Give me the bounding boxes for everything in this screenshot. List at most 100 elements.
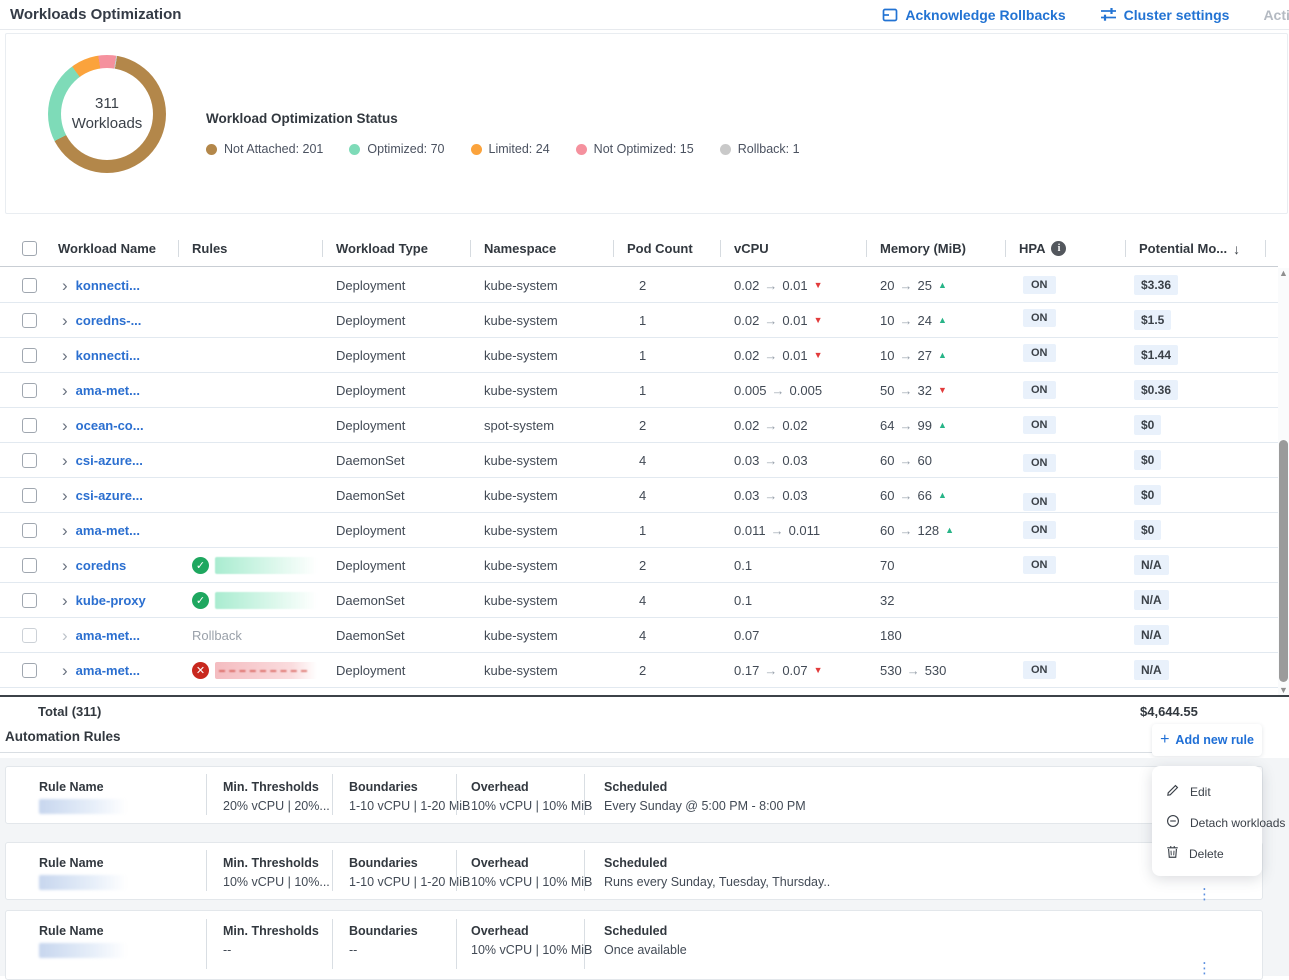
expand-row-icon[interactable]: ›: [44, 557, 68, 574]
trend-down-icon: ▼: [808, 350, 823, 360]
select-all-checkbox[interactable]: [22, 241, 37, 256]
expand-row-icon[interactable]: ›: [44, 312, 68, 329]
expand-row-icon[interactable]: ›: [44, 347, 68, 364]
expand-row-icon[interactable]: ›: [44, 382, 68, 399]
workload-name-link[interactable]: konnecti...: [68, 278, 140, 293]
legend-item-limited: Limited: 24: [471, 142, 550, 156]
divider: [0, 752, 1152, 753]
total-label: Total (311): [38, 704, 101, 719]
rule-menu-kebab-icon[interactable]: ⋮: [1197, 959, 1211, 977]
workload-name-link[interactable]: konnecti...: [68, 348, 140, 363]
potential-cell: $1.5: [1125, 310, 1278, 330]
add-new-rule-button[interactable]: + Add new rule: [1152, 724, 1262, 756]
arrow-right-icon: →: [759, 453, 782, 468]
row-checkbox[interactable]: [22, 663, 37, 678]
workload-name-link[interactable]: ama-met...: [68, 523, 140, 538]
menu-item-delete[interactable]: Delete: [1152, 838, 1262, 869]
cluster-settings-button[interactable]: Cluster settings: [1100, 7, 1230, 23]
expand-row-icon[interactable]: ›: [44, 277, 68, 294]
workload-name-link[interactable]: coredns-...: [68, 313, 142, 328]
workload-name-link[interactable]: ama-met...: [68, 663, 140, 678]
workloads-table-body: ›konnecti...Deploymentkube-system20.02→0…: [0, 268, 1278, 688]
expand-row-icon[interactable]: ›: [44, 627, 68, 644]
workload-name-link[interactable]: ama-met...: [68, 383, 140, 398]
rule-name-redacted: [39, 875, 127, 890]
column-header-vcpu[interactable]: vCPU: [720, 230, 866, 267]
rule-name-redacted[interactable]: [215, 662, 317, 679]
vcpu-cell: 0.02→0.02: [720, 418, 866, 433]
row-checkbox[interactable]: [22, 488, 37, 503]
rules-cell: ✓: [178, 557, 322, 574]
column-header-workload-type[interactable]: Workload Type: [322, 230, 470, 267]
expand-row-icon[interactable]: ›: [44, 592, 68, 609]
boundaries-value: --: [349, 943, 456, 957]
scrollbar-thumb[interactable]: [1279, 440, 1288, 682]
overhead-label: Overhead: [471, 856, 584, 870]
menu-item-detach-workloads[interactable]: Detach workloads: [1152, 807, 1262, 838]
workload-name-link[interactable]: csi-azure...: [68, 453, 143, 468]
memory-cell: 530→530: [866, 663, 1005, 678]
action-button[interactable]: Action: [1263, 7, 1289, 23]
column-header-potential-mo-[interactable]: Potential Mo...↓: [1125, 230, 1278, 267]
scrollbar-down-icon[interactable]: ▼: [1278, 685, 1289, 695]
pencil-icon: [1166, 783, 1180, 800]
row-checkbox[interactable]: [22, 453, 37, 468]
column-header-memory-mib-[interactable]: Memory (MiB): [866, 230, 1005, 267]
workload-name-link[interactable]: coredns: [68, 558, 127, 573]
row-checkbox[interactable]: [22, 558, 37, 573]
namespace-cell: kube-system: [470, 663, 613, 678]
workload-type-cell: DaemonSet: [322, 593, 470, 608]
column-header-rules[interactable]: Rules: [178, 230, 322, 267]
top-actions: Acknowledge Rollbacks Cluster settings A…: [882, 7, 1289, 23]
row-checkbox[interactable]: [22, 628, 37, 643]
hpa-info-icon[interactable]: i: [1051, 241, 1066, 256]
pod-count-cell: 4: [613, 593, 720, 608]
expand-row-icon[interactable]: ›: [44, 487, 68, 504]
legend-dot-icon: [720, 144, 731, 155]
rule-menu-kebab-icon[interactable]: ⋮: [1197, 885, 1211, 903]
menu-item-edit[interactable]: Edit: [1152, 776, 1262, 807]
potential-cell: $1.44: [1125, 345, 1278, 365]
arrow-right-icon: →: [759, 278, 782, 293]
expand-row-icon[interactable]: ›: [44, 662, 68, 679]
arrow-right-icon: →: [766, 523, 789, 538]
workload-name-link[interactable]: kube-proxy: [68, 593, 146, 608]
legend-item-not-attached: Not Attached: 201: [206, 142, 323, 156]
hpa-cell: ON: [1005, 314, 1125, 327]
row-checkbox[interactable]: [22, 278, 37, 293]
expand-row-icon[interactable]: ›: [44, 522, 68, 539]
row-checkbox[interactable]: [22, 523, 37, 538]
column-header-hpa[interactable]: HPAi: [1005, 230, 1125, 267]
row-checkbox[interactable]: [22, 593, 37, 608]
scheduled-label: Scheduled: [604, 924, 1144, 938]
rules-cell: ✕: [178, 662, 322, 679]
acknowledge-rollbacks-button[interactable]: Acknowledge Rollbacks: [882, 7, 1065, 23]
arrow-right-icon: →: [759, 488, 782, 503]
column-header-pod-count[interactable]: Pod Count: [613, 230, 720, 267]
row-checkbox[interactable]: [22, 383, 37, 398]
scrollbar-up-icon[interactable]: ▲: [1278, 268, 1289, 278]
table-scrollbar[interactable]: ▲ ▼: [1278, 268, 1289, 695]
expand-row-icon[interactable]: ›: [44, 417, 68, 434]
arrow-right-icon: →: [759, 663, 782, 678]
potential-cell: N/A: [1125, 555, 1278, 575]
workload-name-link[interactable]: ama-met...: [68, 628, 140, 643]
rule-name-redacted[interactable]: [215, 592, 317, 609]
column-header-namespace[interactable]: Namespace: [470, 230, 613, 267]
vcpu-cell: 0.1: [720, 558, 866, 573]
column-header-workload-name[interactable]: Workload Name: [44, 230, 178, 267]
potential-savings-badge: N/A: [1134, 660, 1169, 680]
row-checkbox[interactable]: [22, 418, 37, 433]
sort-desc-icon[interactable]: ↓: [1233, 241, 1240, 257]
scheduled-label: Scheduled: [604, 780, 1144, 794]
potential-savings-badge: N/A: [1134, 625, 1169, 645]
row-checkbox[interactable]: [22, 313, 37, 328]
expand-row-icon[interactable]: ›: [44, 452, 68, 469]
row-checkbox[interactable]: [22, 348, 37, 363]
table-row: ›csi-azure...DaemonSetkube-system40.03→0…: [0, 443, 1278, 478]
namespace-cell: kube-system: [470, 278, 613, 293]
workload-name-link[interactable]: ocean-co...: [68, 418, 144, 433]
rule-name-redacted[interactable]: [215, 557, 317, 574]
workload-name-link[interactable]: csi-azure...: [68, 488, 143, 503]
potential-cell: $3.36: [1125, 275, 1278, 295]
